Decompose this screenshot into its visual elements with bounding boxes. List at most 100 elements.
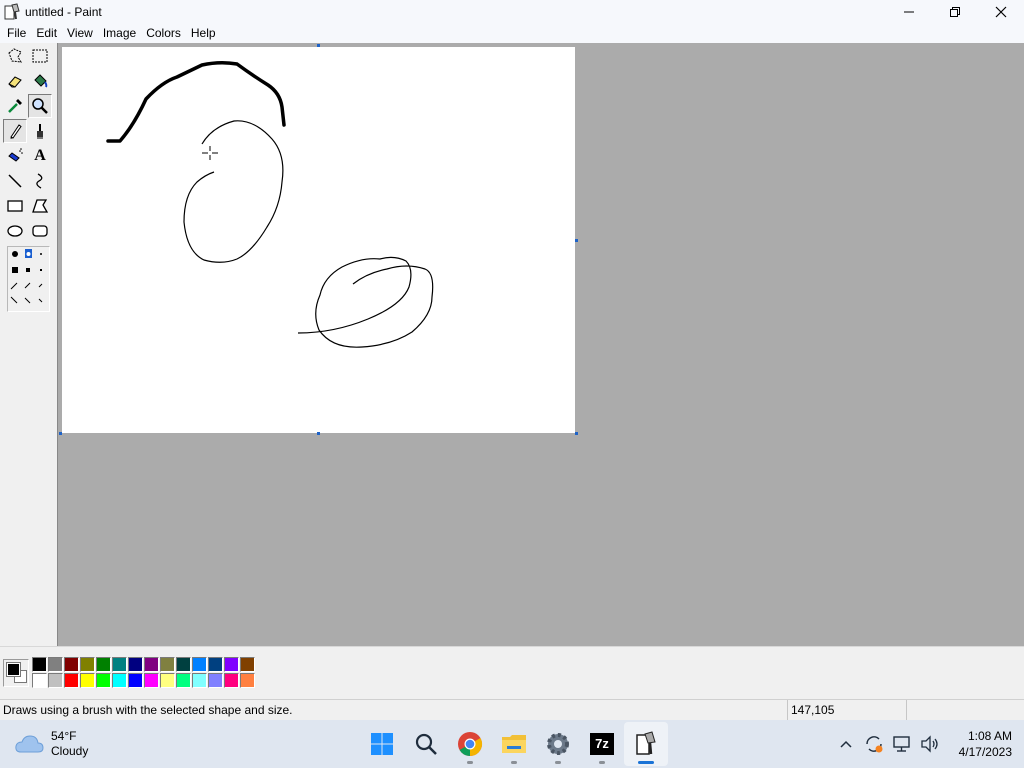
file-explorer-button[interactable]	[492, 722, 536, 766]
volume-button[interactable]	[916, 729, 944, 759]
palette-swatch[interactable]	[192, 657, 207, 672]
canvas-workspace[interactable]	[57, 43, 1024, 646]
minimize-button[interactable]	[886, 0, 932, 23]
menu-edit[interactable]: Edit	[31, 23, 62, 43]
tool-eraser[interactable]	[3, 69, 27, 93]
clock[interactable]: 1:08 AM 4/17/2023	[944, 728, 1024, 760]
palette-swatch[interactable]	[144, 673, 159, 688]
palette-swatch[interactable]	[192, 673, 207, 688]
title-bar[interactable]: untitled - Paint	[0, 0, 1024, 23]
palette-swatch[interactable]	[176, 657, 191, 672]
palette-swatch[interactable]	[96, 657, 111, 672]
running-indicator	[555, 761, 561, 764]
palette-swatch[interactable]	[80, 657, 95, 672]
palette-swatch[interactable]	[144, 657, 159, 672]
settings-button[interactable]	[536, 722, 580, 766]
chrome-taskbar-button[interactable]	[448, 722, 492, 766]
search-button[interactable]	[404, 722, 448, 766]
tool-curve[interactable]	[28, 169, 52, 193]
resize-handle-bottom-right[interactable]	[575, 432, 578, 435]
window-controls	[886, 0, 1024, 23]
taskbar: 54°F Cloudy 7z 1:08 AM 4/17/2023	[0, 720, 1024, 768]
palette-swatch[interactable]	[240, 673, 255, 688]
tool-pencil[interactable]	[3, 119, 27, 143]
resize-handle-top-middle[interactable]	[317, 44, 320, 47]
palette-swatch[interactable]	[224, 657, 239, 672]
tool-rectangle[interactable]	[3, 194, 27, 218]
palette-swatch[interactable]	[64, 657, 79, 672]
weather-temperature: 54°F	[51, 729, 77, 743]
foreground-color-swatch	[6, 662, 21, 677]
rectangle-icon	[7, 200, 23, 212]
tool-polygon[interactable]	[28, 194, 52, 218]
resize-handle-bottom-left[interactable]	[59, 432, 62, 435]
network-button[interactable]	[888, 729, 916, 759]
menu-colors[interactable]: Colors	[141, 23, 186, 43]
menu-bar: File Edit View Image Colors Help	[0, 23, 1024, 43]
brush-icon	[37, 124, 43, 139]
close-button[interactable]	[978, 0, 1024, 23]
color-palette-area	[0, 646, 1024, 695]
network-icon	[893, 736, 910, 752]
gear-icon	[547, 733, 569, 755]
palette-swatch[interactable]	[32, 657, 47, 672]
tool-ellipse[interactable]	[3, 219, 27, 243]
tool-rounded-rect[interactable]	[28, 219, 52, 243]
menu-view[interactable]: View	[62, 23, 98, 43]
sync-status-button[interactable]	[860, 729, 888, 759]
eyedropper-icon	[8, 99, 22, 113]
palette-swatch[interactable]	[48, 673, 63, 688]
tool-free-form-select[interactable]	[3, 44, 27, 68]
palette-swatch[interactable]	[80, 673, 95, 688]
palette-swatch[interactable]	[208, 657, 223, 672]
text-tool-glyph: A	[34, 147, 46, 164]
weather-widget[interactable]: 54°F Cloudy	[14, 726, 88, 762]
tool-text[interactable]: A	[28, 144, 52, 168]
sync-icon	[866, 736, 883, 753]
menu-file[interactable]: File	[2, 23, 31, 43]
palette-swatch[interactable]	[128, 657, 143, 672]
menu-help[interactable]: Help	[186, 23, 221, 43]
start-button[interactable]	[360, 722, 404, 766]
palette-swatch[interactable]	[48, 657, 63, 672]
palette-swatch[interactable]	[128, 673, 143, 688]
palette-swatch[interactable]	[160, 657, 175, 672]
menu-image[interactable]: Image	[98, 23, 141, 43]
palette-swatch[interactable]	[112, 657, 127, 672]
palette-swatch[interactable]	[96, 673, 111, 688]
resize-handle-bottom-middle[interactable]	[317, 432, 320, 435]
folder-icon	[502, 735, 526, 753]
thin-stroke-1	[183, 120, 284, 263]
tool-magnifier[interactable]	[28, 94, 52, 118]
paint-taskbar-button[interactable]	[624, 722, 668, 766]
tool-color-picker[interactable]	[3, 94, 27, 118]
brush-shape-options[interactable]	[7, 246, 50, 312]
thick-stroke	[106, 60, 286, 143]
ellipse-icon	[7, 225, 23, 237]
current-colors[interactable]	[3, 659, 29, 687]
tool-line[interactable]	[3, 169, 27, 193]
maximize-button[interactable]	[932, 0, 978, 23]
palette-swatch[interactable]	[160, 673, 175, 688]
show-hidden-icons-button[interactable]	[832, 729, 860, 759]
clock-date: 4/17/2023	[958, 745, 1012, 759]
paint-icon	[636, 731, 656, 755]
palette-swatch[interactable]	[176, 673, 191, 688]
tool-brush[interactable]	[28, 119, 52, 143]
palette-swatch[interactable]	[208, 673, 223, 688]
tool-rect-select[interactable]	[28, 44, 52, 68]
weather-condition: Cloudy	[51, 744, 89, 758]
resize-handle-right-middle[interactable]	[575, 239, 578, 242]
thin-stroke-2	[297, 256, 434, 348]
palette-swatch[interactable]	[240, 657, 255, 672]
palette-swatch[interactable]	[224, 673, 239, 688]
drawing-canvas[interactable]	[62, 47, 575, 433]
running-indicator	[511, 761, 517, 764]
tool-fill[interactable]	[28, 69, 52, 93]
palette-swatch[interactable]	[64, 673, 79, 688]
chrome-icon	[458, 732, 483, 756]
palette-swatch[interactable]	[112, 673, 127, 688]
tool-airbrush[interactable]	[3, 144, 27, 168]
7zip-taskbar-button[interactable]: 7z	[580, 722, 624, 766]
palette-swatch[interactable]	[32, 673, 47, 688]
